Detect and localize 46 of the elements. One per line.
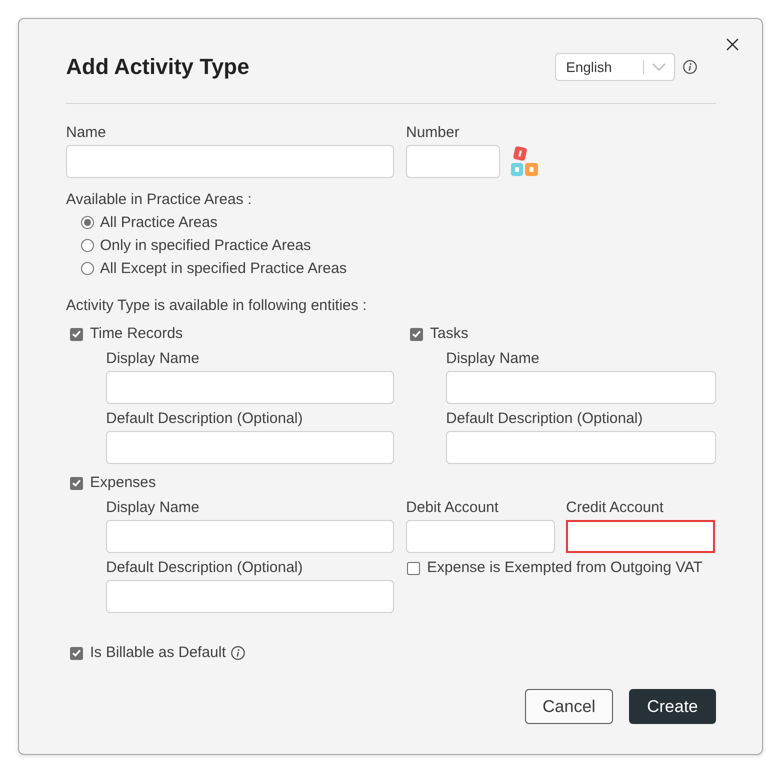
create-button[interactable]: Create xyxy=(629,689,716,724)
radio-button[interactable] xyxy=(81,262,94,275)
text-field[interactable] xyxy=(106,520,394,553)
section-label: Activity Type is available in following entities : xyxy=(66,296,368,316)
text-field[interactable] xyxy=(446,371,716,404)
field-label: Default Description (Optional) xyxy=(446,409,644,429)
checkbox[interactable] xyxy=(70,476,83,490)
dialog-title: Add Activity Type xyxy=(66,53,250,81)
radio-button[interactable] xyxy=(81,239,94,252)
checkbox-label: Expense is Exempted from Outgoing VAT xyxy=(427,558,702,578)
checkbox-label: Expenses xyxy=(90,473,156,493)
field-label: Display Name xyxy=(446,349,540,369)
field-label: Debit Account xyxy=(406,498,500,518)
radio-label: Only in specified Practice Areas xyxy=(100,236,311,256)
checkbox-label: Is Billable as Default xyxy=(90,643,226,663)
number-blocks-icon[interactable] xyxy=(510,146,540,177)
account-field[interactable] xyxy=(566,520,715,553)
checkbox[interactable] xyxy=(407,562,420,574)
text-field[interactable] xyxy=(106,371,394,404)
field-label: Display Name xyxy=(106,498,200,518)
field-label: Default Description (Optional) xyxy=(106,558,304,578)
number-field[interactable] xyxy=(406,145,500,178)
text-field[interactable] xyxy=(446,431,716,464)
text-field[interactable] xyxy=(106,431,394,464)
text-field[interactable] xyxy=(106,580,394,613)
radio-button[interactable] xyxy=(81,216,94,229)
checkbox-label: Tasks xyxy=(430,324,468,344)
radio-label: All Practice Areas xyxy=(100,212,218,232)
close-icon[interactable] xyxy=(726,38,739,51)
checkbox[interactable] xyxy=(70,328,83,340)
checkbox[interactable] xyxy=(410,328,423,340)
text-field[interactable] xyxy=(66,145,394,178)
language-select[interactable]: English xyxy=(555,53,675,81)
field-label: Number xyxy=(406,123,460,143)
info-icon[interactable] xyxy=(683,60,697,74)
field-label: Credit Account xyxy=(566,498,665,518)
field-label: Name xyxy=(66,123,108,143)
field-label: Default Description (Optional) xyxy=(106,409,304,429)
checkbox-label: Time Records xyxy=(90,324,183,344)
cancel-button[interactable]: Cancel xyxy=(525,689,613,724)
radio-label: All Except in specified Practice Areas xyxy=(100,258,347,278)
chevron-icon xyxy=(652,63,666,71)
field-label: Display Name xyxy=(106,349,200,369)
info-icon[interactable] xyxy=(230,646,245,660)
section-label: Available in Practice Areas : xyxy=(66,190,253,210)
checkbox[interactable] xyxy=(70,646,83,660)
